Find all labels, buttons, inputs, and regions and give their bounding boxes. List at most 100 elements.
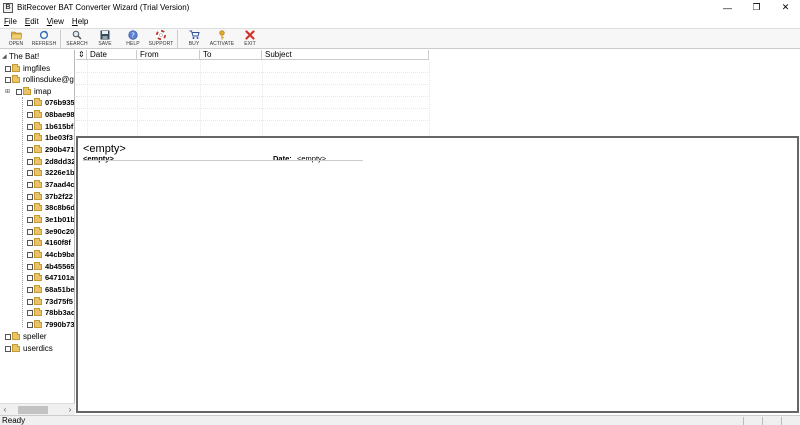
column-to[interactable]: To xyxy=(200,50,262,60)
minimize-button[interactable]: — xyxy=(713,0,742,15)
tree-item-userdics[interactable]: userdics xyxy=(5,343,53,354)
tree-checkbox[interactable] xyxy=(27,146,33,153)
grid-line xyxy=(76,120,428,121)
folder-icon xyxy=(34,237,42,246)
tree-item-label: imgfiles xyxy=(23,64,51,73)
tree-item-imap-child[interactable]: 7990b73 xyxy=(27,319,74,330)
tree-item-imap-child[interactable]: 37aad4c xyxy=(27,179,74,190)
tree-checkbox[interactable] xyxy=(27,298,33,305)
activate-button[interactable]: ACTIVATE xyxy=(208,29,236,49)
tree-item-imap-child[interactable]: 73d75f5 xyxy=(27,296,73,307)
folder-icon xyxy=(34,179,42,188)
scroll-right-arrow-icon[interactable]: › xyxy=(65,405,75,414)
scroll-left-arrow-icon[interactable]: ‹ xyxy=(0,405,10,414)
support-button[interactable]: SUPPORT xyxy=(147,29,175,49)
open-button[interactable]: OPEN xyxy=(2,29,30,49)
tree-checkbox[interactable] xyxy=(27,263,33,270)
folder-icon xyxy=(34,319,42,328)
tree-item-imap-child[interactable]: 38c8b6d xyxy=(27,202,74,213)
tree-checkbox[interactable] xyxy=(27,158,33,165)
tree-item-imap[interactable]: ⊞ imap xyxy=(5,86,51,97)
tree-checkbox[interactable] xyxy=(27,169,33,176)
tree-checkbox[interactable] xyxy=(27,251,33,258)
tree-item-imap-child[interactable]: 1b615bf xyxy=(27,121,73,132)
menu-help[interactable]: Help xyxy=(72,17,88,26)
help-icon: ? xyxy=(128,30,139,40)
tree-item-imap-child[interactable]: 3e90c20 xyxy=(27,226,74,237)
tree-item-imap-child[interactable]: 076b935 xyxy=(27,97,74,108)
search-button[interactable]: SEARCH xyxy=(63,29,91,49)
cart-icon xyxy=(189,30,200,40)
grid-line xyxy=(429,60,430,135)
tree-checkbox[interactable] xyxy=(27,123,33,130)
tree-item-imap-child[interactable]: 44cb9ba xyxy=(27,249,74,260)
tree-item-imap-child[interactable]: 3226e1b xyxy=(27,167,74,178)
refresh-button[interactable]: REFRESH xyxy=(30,29,58,49)
tree-item-imap-child[interactable]: 4b45565 xyxy=(27,261,74,272)
tree-checkbox[interactable] xyxy=(27,274,33,281)
column-attachment[interactable]: ⇕ xyxy=(76,50,87,60)
tree-root[interactable]: ◢ The Bat! xyxy=(2,51,39,62)
tree-checkbox[interactable] xyxy=(27,216,33,223)
grid-line xyxy=(76,84,428,85)
folder-icon xyxy=(34,202,42,211)
column-date[interactable]: Date xyxy=(87,50,137,60)
menu-edit[interactable]: Edit xyxy=(25,17,39,26)
tree-item-imgfiles[interactable]: imgfiles xyxy=(5,63,50,74)
tree-item-imap-child[interactable]: 290b471 xyxy=(27,144,74,155)
restore-button[interactable]: ❐ xyxy=(742,0,771,15)
folder-icon xyxy=(34,296,42,305)
tree-guide-line xyxy=(22,97,23,327)
tree-item-imap-child[interactable]: 37b2f22 xyxy=(27,191,73,202)
tree-checkbox[interactable] xyxy=(27,228,33,235)
tree-checkbox[interactable] xyxy=(5,76,11,83)
scroll-track[interactable] xyxy=(10,405,65,414)
message-list[interactable]: ⇕ Date From To Subject xyxy=(76,50,800,135)
tree-horizontal-scrollbar[interactable]: ‹ › xyxy=(0,403,75,415)
support-label: SUPPORT xyxy=(148,41,174,47)
tree-checkbox[interactable] xyxy=(27,181,33,188)
tree-checkbox[interactable] xyxy=(27,99,33,106)
tree-item-imap-child[interactable]: 1be03f3 xyxy=(27,132,73,143)
menu-view[interactable]: View xyxy=(47,17,64,26)
preview-date-label: Date: xyxy=(273,154,292,163)
tree-checkbox[interactable] xyxy=(27,193,33,200)
tree-checkbox[interactable] xyxy=(5,345,11,352)
tree-item-imap-child[interactable]: 2d8dd32 xyxy=(27,156,74,167)
folder-icon xyxy=(34,272,42,281)
window-controls: — ❐ ✕ xyxy=(713,0,800,15)
tree-checkbox[interactable] xyxy=(27,239,33,246)
tree-checkbox[interactable] xyxy=(27,309,33,316)
expand-plus-icon[interactable]: ⊞ xyxy=(5,88,11,95)
collapse-arrow-icon[interactable]: ◢ xyxy=(2,53,8,60)
tree-item-account[interactable]: rollinsduke@gn xyxy=(5,74,74,85)
toolbar-separator xyxy=(177,30,178,48)
tree-checkbox[interactable] xyxy=(27,111,33,118)
tree-checkbox[interactable] xyxy=(5,65,11,72)
tree-item-imap-child[interactable]: 08bae98 xyxy=(27,109,74,120)
tree-checkbox[interactable] xyxy=(27,286,33,293)
tree-checkbox[interactable] xyxy=(27,321,33,328)
close-button[interactable]: ✕ xyxy=(771,0,800,15)
menu-file[interactable]: File xyxy=(4,17,17,26)
column-from[interactable]: From xyxy=(137,50,200,60)
tree-item-imap-child[interactable]: 4160f8f xyxy=(27,237,71,248)
tree-checkbox[interactable] xyxy=(27,134,33,141)
tree-checkbox[interactable] xyxy=(27,204,33,211)
lifebuoy-icon xyxy=(156,30,167,40)
tree-item-imap-child[interactable]: 647101a xyxy=(27,272,74,283)
buy-button[interactable]: BUY xyxy=(180,29,208,49)
tree-item-imap-child[interactable]: 68a51be xyxy=(27,284,74,295)
exit-button[interactable]: EXIT xyxy=(236,29,264,49)
save-button[interactable]: SAVE xyxy=(91,29,119,49)
app-icon: B xyxy=(3,2,13,13)
tree-checkbox[interactable] xyxy=(16,88,22,95)
tree-item-imap-child[interactable]: 3e1b01b xyxy=(27,214,74,225)
help-button[interactable]: ? HELP xyxy=(119,29,147,49)
folder-icon xyxy=(12,343,20,352)
tree-item-imap-child[interactable]: 78bb3ac xyxy=(27,307,74,318)
tree-checkbox[interactable] xyxy=(5,333,11,340)
scroll-thumb[interactable] xyxy=(18,405,48,414)
tree-item-speller[interactable]: speller xyxy=(5,331,47,342)
column-subject[interactable]: Subject xyxy=(262,50,429,60)
